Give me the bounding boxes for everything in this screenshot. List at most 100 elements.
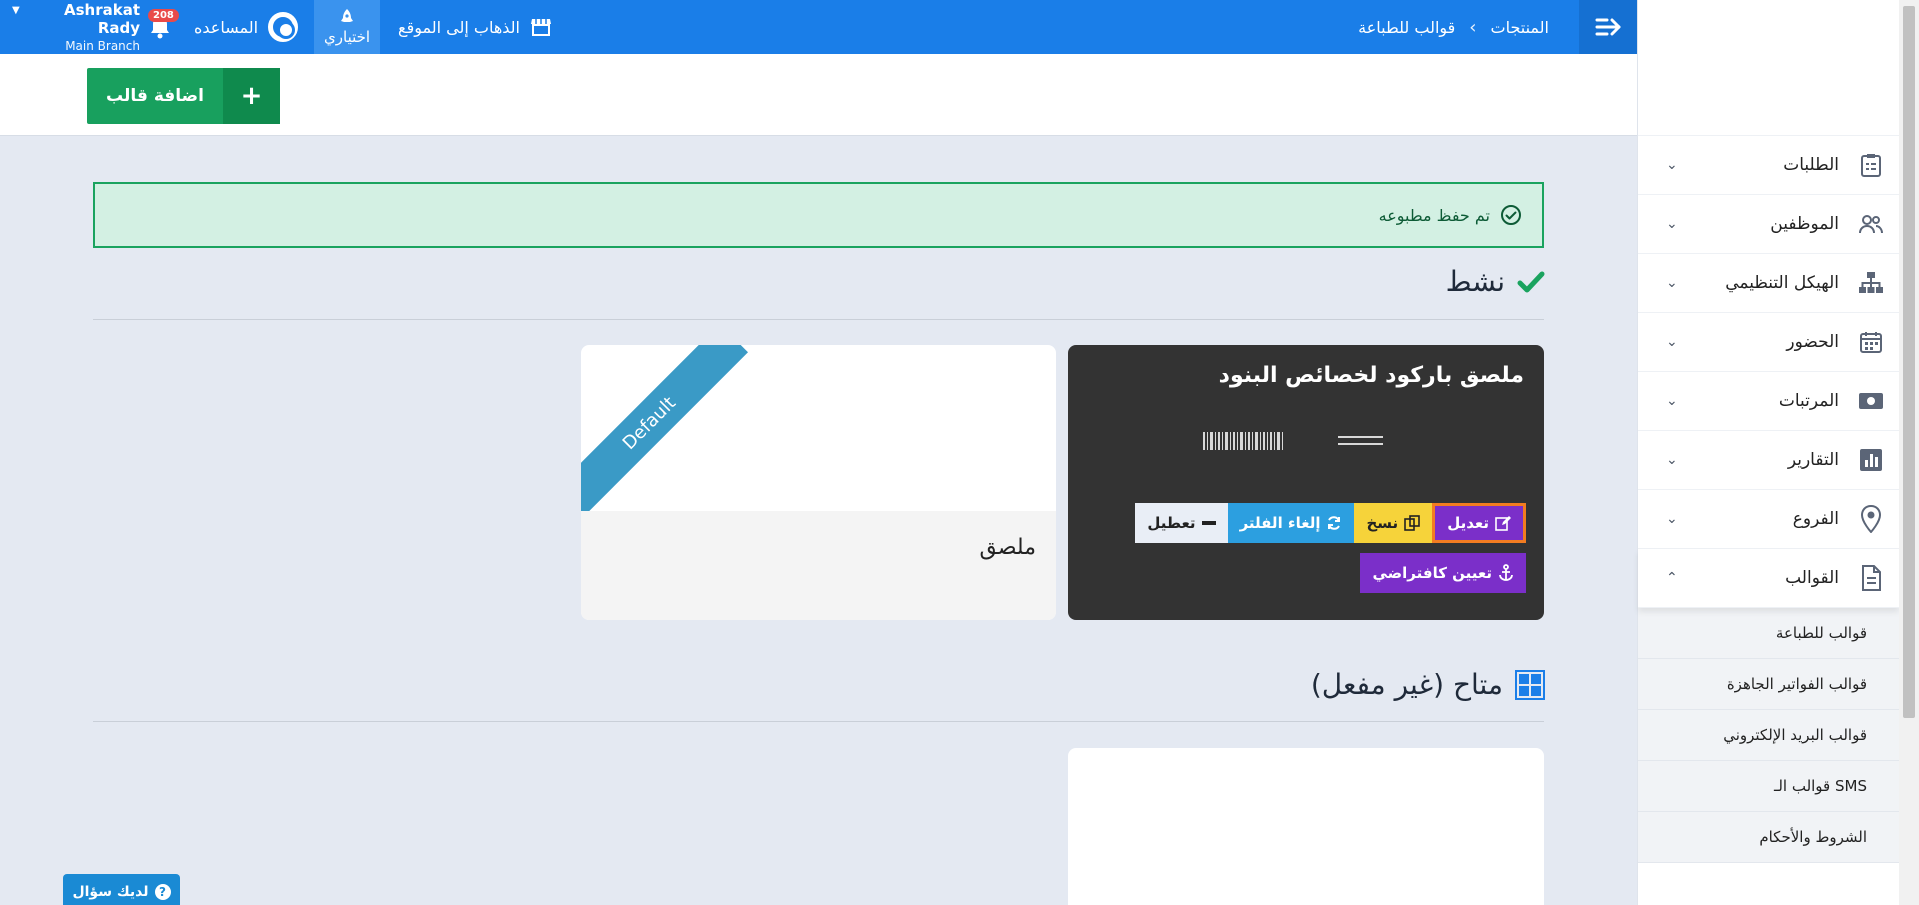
breadcrumb-products[interactable]: المنتجات — [1491, 18, 1550, 37]
sidebar-subitem-invoice-templates[interactable]: قوالب الفواتير الجاهزة — [1638, 659, 1899, 710]
page-scrollbar[interactable] — [1899, 0, 1919, 905]
sidebar-item-salaries[interactable]: ⌄ المرتبات — [1638, 372, 1899, 431]
question-icon: ? — [154, 884, 171, 900]
card-footer — [581, 511, 1056, 620]
set-default-button[interactable]: تعيين كافتراضي — [1360, 553, 1526, 593]
sidebar: ⌄ الطلبات ⌄ الموظفين ⌄ الهيكل التنظيمي ⌄… — [1637, 0, 1899, 905]
alert-text: تم حفظ مطبوعه — [1378, 205, 1490, 225]
active-section-title: نشط — [1446, 265, 1545, 298]
edit-button[interactable]: تعديل — [1432, 503, 1526, 543]
chevron-down-icon: ⌄ — [1666, 216, 1678, 232]
sidebar-item-requests[interactable]: ⌄ الطلبات — [1638, 136, 1899, 195]
top-bar: المنتجات › قوالب للطباعة ▼ Ashrakat Rady… — [0, 0, 1637, 54]
sticker-template-title: ملصق — [979, 535, 1037, 560]
grid-icon — [1515, 669, 1545, 700]
barcode-template-title: ملصق باركود لخصائص البنود — [1218, 363, 1524, 388]
sidebar-item-label: القوالب — [1785, 568, 1839, 588]
disable-button[interactable]: تعطيل — [1135, 503, 1228, 543]
divider — [93, 721, 1544, 722]
notification-count-badge: 208 — [148, 9, 179, 22]
store-icon — [530, 19, 551, 36]
edit-icon — [1495, 516, 1511, 531]
sidebar-subitem-email-templates[interactable]: قوالب البريد الإلكتروني — [1638, 710, 1899, 761]
ask-question-label: لديك سؤال — [72, 884, 149, 900]
chevron-down-icon: ⌄ — [1666, 511, 1678, 527]
go-to-site-label: الذهاب إلى الموقع — [398, 17, 520, 37]
sidebar-item-reports[interactable]: ⌄ التقارير — [1638, 431, 1899, 490]
breadcrumb-print-templates: قوالب للطباعة — [1358, 17, 1456, 37]
sidebar-item-branches[interactable]: ⌄ الفروع — [1638, 490, 1899, 549]
lifebuoy-icon — [268, 12, 299, 42]
success-alert: تم حفظ مطبوعه — [93, 182, 1544, 248]
sidebar-toggle-button[interactable] — [1579, 0, 1637, 54]
chevron-down-icon: ⌄ — [1666, 157, 1678, 173]
divider — [93, 319, 1544, 320]
bar-chart-icon — [1857, 446, 1885, 474]
help-label: المساعده — [194, 17, 259, 37]
users-icon — [1857, 210, 1885, 238]
check-mark-icon — [1517, 271, 1545, 292]
active-section-label: نشط — [1445, 265, 1505, 298]
sidebar-item-label: المرتبات — [1778, 391, 1839, 411]
sidebar-logo-area — [1638, 0, 1899, 136]
sidebar-item-templates[interactable]: ⌃ القوالب — [1638, 549, 1899, 608]
user-menu[interactable]: ▼ Ashrakat Rady Main Branch — [0, 1, 140, 53]
chevron-down-icon: ⌄ — [1666, 275, 1678, 291]
breadcrumb: المنتجات › قوالب للطباعة — [1358, 0, 1549, 54]
clipboard-icon — [1857, 151, 1885, 179]
shortcut-button[interactable]: اختياري — [314, 0, 381, 54]
user-branch: Main Branch — [65, 39, 140, 53]
minus-icon — [1201, 521, 1216, 525]
document-icon — [1857, 564, 1885, 592]
add-template-label: اضافة قالب — [106, 86, 204, 106]
chevron-down-icon: ⌄ — [1666, 393, 1678, 409]
sidebar-subitem-terms[interactable]: الشروط والأحكام — [1638, 812, 1899, 863]
plus-icon: + — [223, 68, 280, 124]
sidebar-item-label: الموظفين — [1770, 214, 1839, 234]
sidebar-item-employees[interactable]: ⌄ الموظفين — [1638, 195, 1899, 254]
refresh-icon — [1328, 516, 1341, 530]
sidebar-item-attendance[interactable]: ⌄ الحضور — [1638, 313, 1899, 372]
user-name: Ashrakat Rady — [63, 1, 140, 37]
anchor-icon — [1499, 564, 1513, 581]
ask-question-button[interactable]: لديك سؤال ? — [63, 874, 180, 905]
barcode-template-card: ملصق باركود لخصائص البنود تعطيل إلغاء ال… — [1068, 345, 1544, 620]
money-icon — [1857, 387, 1885, 415]
remove-filter-label: إلغاء الفلتر — [1239, 514, 1321, 532]
sidebar-item-label: الفروع — [1792, 509, 1839, 529]
arrow-right-bars-icon — [1595, 18, 1621, 36]
copy-icon — [1404, 515, 1421, 531]
copy-label: نسخ — [1366, 514, 1399, 532]
help-button[interactable]: المساعده — [180, 12, 314, 42]
chevron-down-icon: ⌄ — [1666, 334, 1678, 350]
notifications-button[interactable]: 208 — [140, 0, 180, 54]
shortcut-label: اختياري — [324, 28, 371, 46]
set-default-label: تعيين كافتراضي — [1372, 564, 1492, 582]
copy-button[interactable]: نسخ — [1354, 503, 1433, 543]
org-chart-icon — [1857, 269, 1885, 297]
sidebar-item-label: الحضور — [1786, 332, 1839, 352]
scrollbar-thumb[interactable] — [1903, 6, 1915, 718]
add-template-button[interactable]: اضافة قالب + — [87, 68, 280, 124]
sidebar-item-org-structure[interactable]: ⌄ الهيكل التنظيمي — [1638, 254, 1899, 313]
barcode-preview-image — [1203, 432, 1383, 450]
rocket-icon — [341, 9, 354, 22]
available-section-label: متاح (غير مفعل) — [1310, 668, 1503, 701]
sidebar-item-label: الهيكل التنظيمي — [1725, 273, 1839, 293]
go-to-site-button[interactable]: الذهاب إلى الموقع — [380, 17, 552, 37]
action-bar: اضافة قالب + — [0, 54, 1637, 136]
chevron-down-icon: ⌄ — [1666, 452, 1678, 468]
calendar-icon — [1857, 328, 1885, 356]
disable-label: تعطيل — [1147, 514, 1196, 532]
sticker-template-card[interactable]: Default ملصق — [581, 345, 1056, 620]
caret-down-icon: ▼ — [12, 5, 20, 16]
sidebar-item-label: الطلبات — [1783, 155, 1839, 175]
remove-filter-button[interactable]: إلغاء الفلتر — [1227, 503, 1355, 543]
available-section-title: متاح (غير مفعل) — [1311, 668, 1545, 701]
chevron-up-icon: ⌃ — [1666, 570, 1678, 586]
sidebar-item-label: التقارير — [1787, 450, 1839, 470]
available-template-card[interactable] — [1068, 748, 1544, 905]
sidebar-subitem-print-templates[interactable]: قوالب للطباعة — [1638, 608, 1899, 659]
breadcrumb-separator: › — [1469, 16, 1477, 38]
sidebar-subitem-sms-templates[interactable]: قوالب الـ SMS — [1638, 761, 1899, 812]
